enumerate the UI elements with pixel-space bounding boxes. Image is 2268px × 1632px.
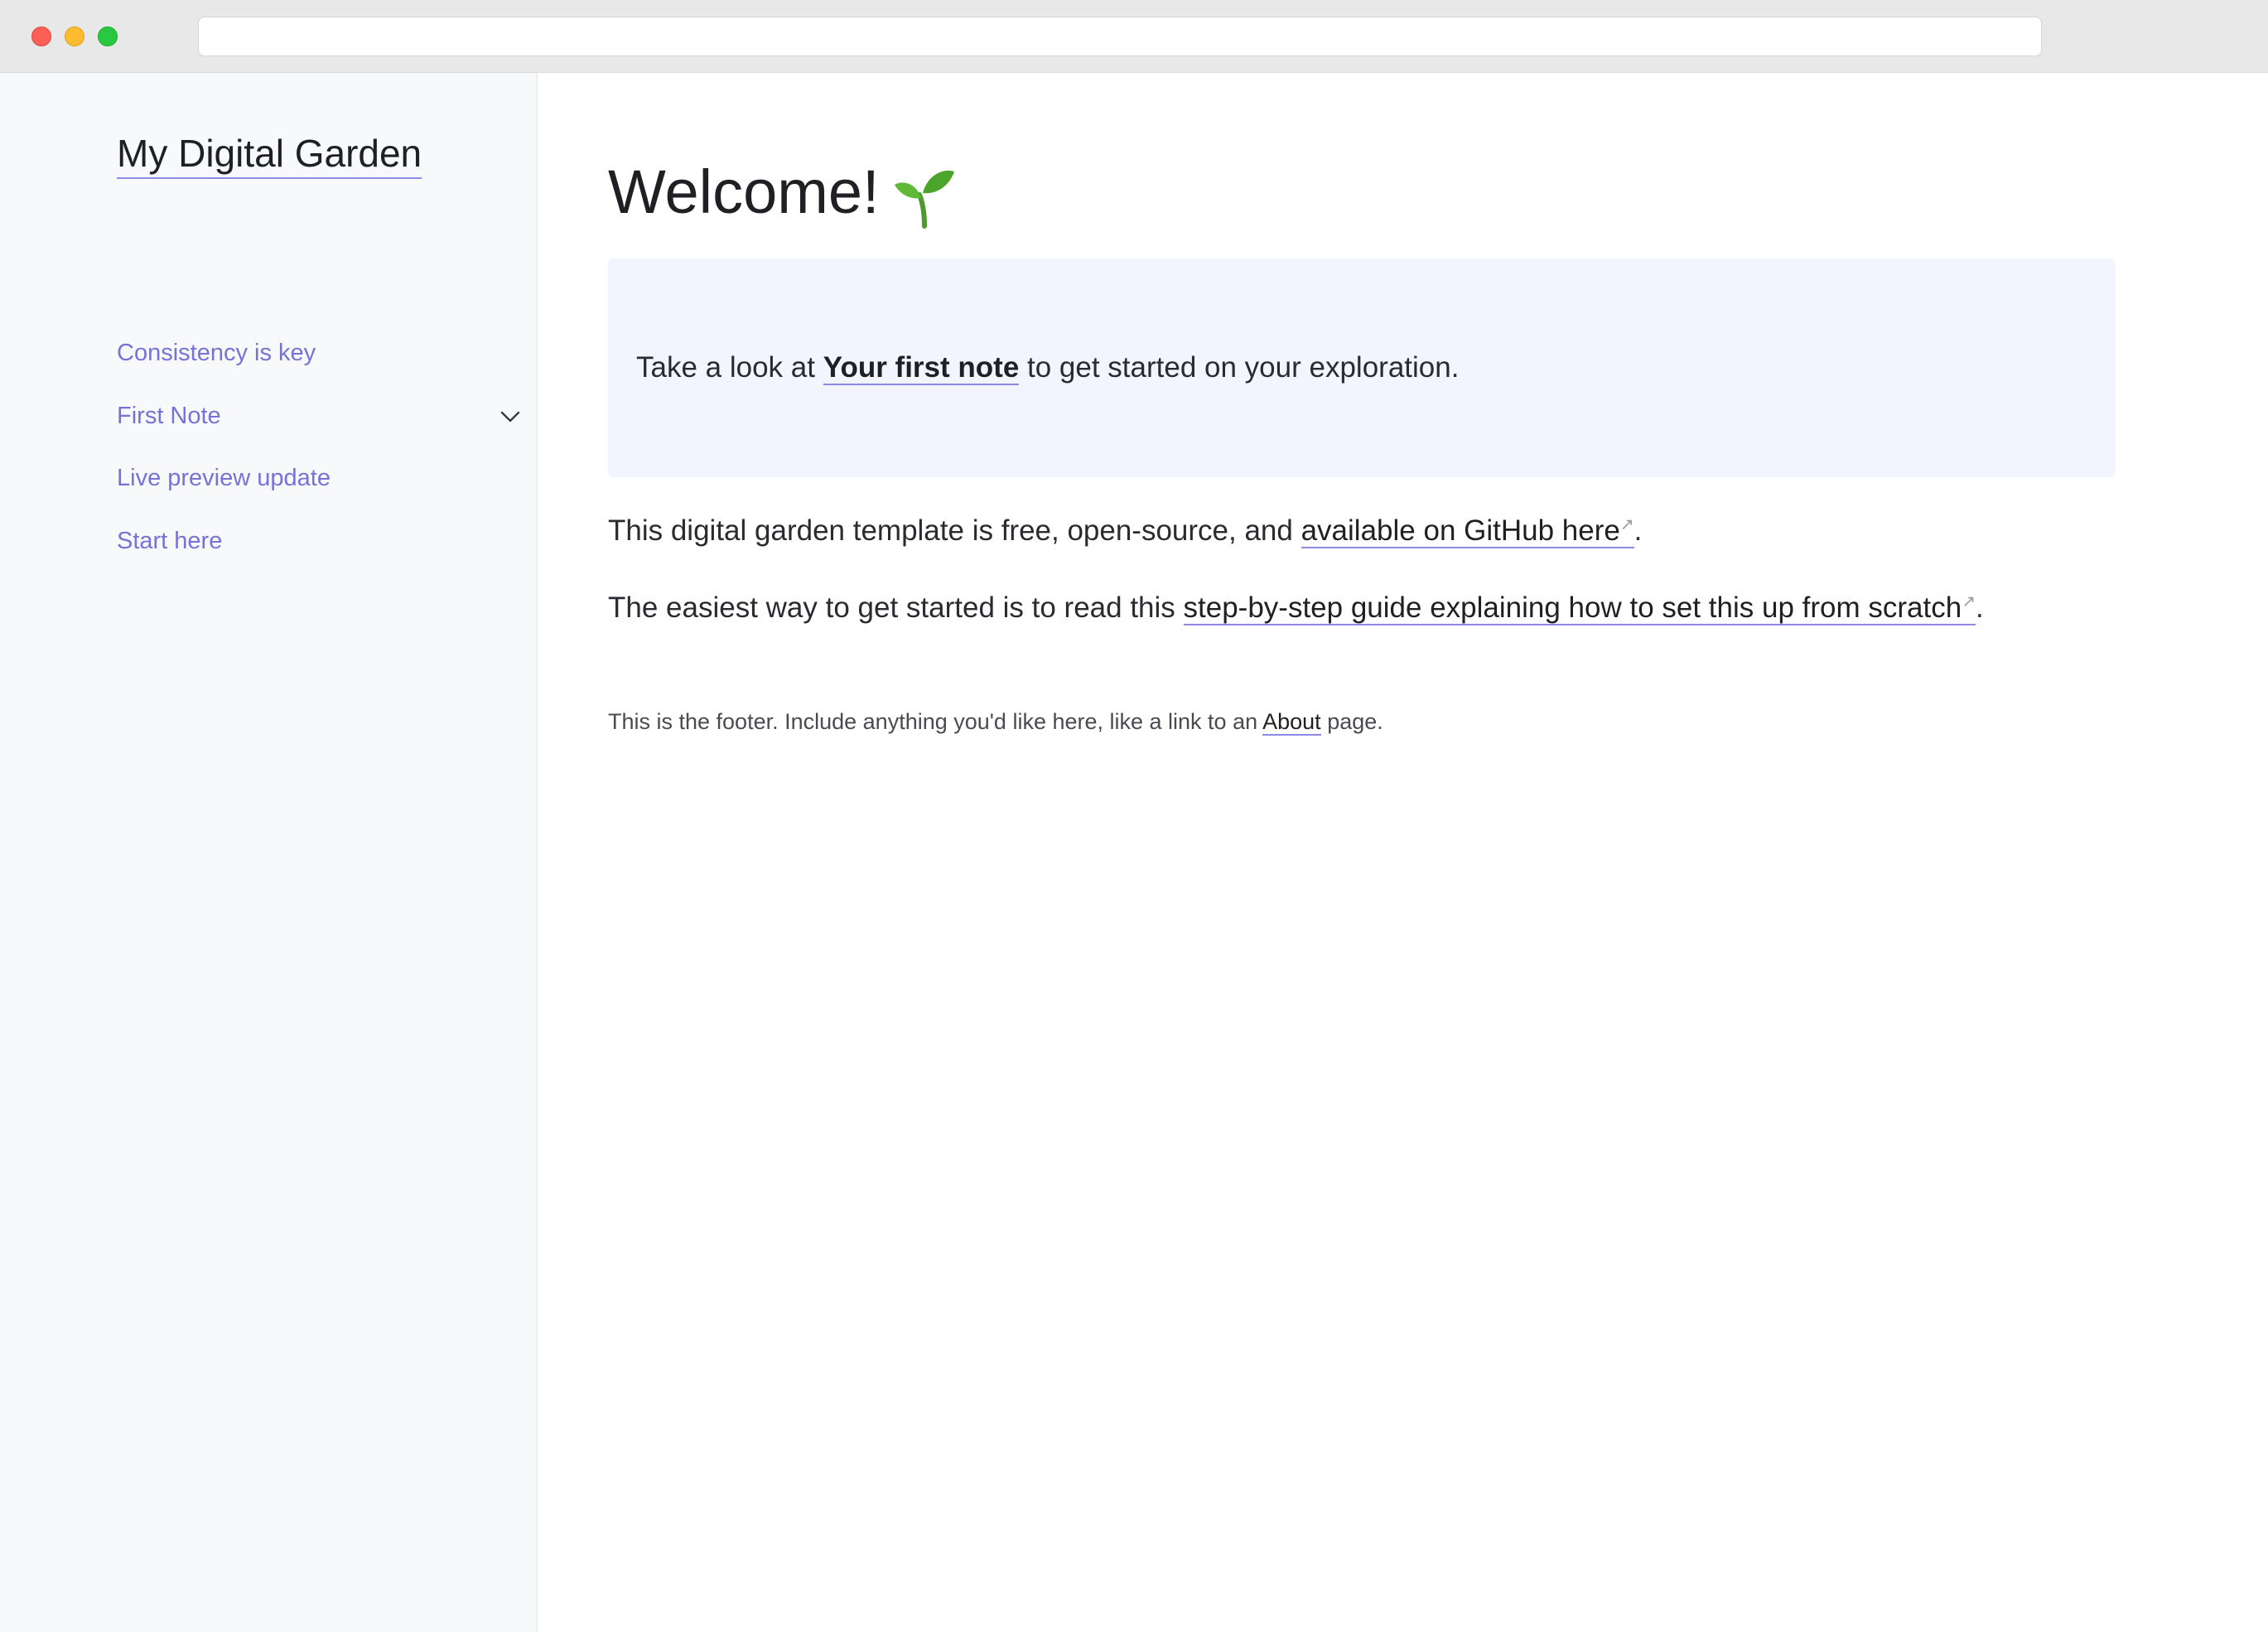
footer-suffix: page. <box>1327 709 1383 734</box>
sidebar-link[interactable]: Consistency is key <box>117 340 316 366</box>
sidebar-item-consistency-is-key: Consistency is key <box>117 336 523 399</box>
github-link-label: available on GitHub here <box>1300 514 1620 547</box>
browser-toolbar <box>0 0 2268 73</box>
sidebar-link[interactable]: Start here <box>117 528 222 554</box>
paragraph-text: The easiest way to get started is to rea… <box>608 591 1175 624</box>
footer: This is the footer. Include anything you… <box>608 706 1383 737</box>
callout-text: Take a look at Your first note to get st… <box>636 349 1459 387</box>
chevron-down-icon[interactable] <box>498 404 523 429</box>
callout-prefix: Take a look at <box>636 351 815 384</box>
first-note-link[interactable]: Your first note <box>823 351 1020 385</box>
external-link-icon: ↗ <box>1962 592 1976 611</box>
paragraph-suffix: . <box>1975 591 1984 624</box>
guide-paragraph: The easiest way to get started is to rea… <box>608 589 1984 627</box>
paragraph-suffix: . <box>1633 514 1643 547</box>
maximize-window-button[interactable] <box>98 27 118 46</box>
callout-suffix: to get started on your exploration. <box>1027 351 1460 384</box>
sprout-icon <box>894 171 954 229</box>
minimize-window-button[interactable] <box>65 27 84 46</box>
address-bar[interactable] <box>198 17 2042 56</box>
external-link-icon: ↗ <box>1619 515 1634 534</box>
sidebar-item-first-note: First Note <box>117 399 523 462</box>
sidebar-link[interactable]: First Note <box>117 403 221 429</box>
intro-paragraph: This digital garden template is free, op… <box>608 512 1642 550</box>
sidebar-item-live-preview-update: Live preview update <box>117 461 523 524</box>
about-link[interactable]: About <box>1262 709 1321 736</box>
guide-link-label: step-by-step guide explaining how to set… <box>1183 591 1962 624</box>
footer-text: This is the footer. Include anything you… <box>608 709 1258 734</box>
sidebar-nav: Consistency is key First Note Live previ… <box>117 336 523 587</box>
sidebar: My Digital Garden Consistency is key Fir… <box>0 73 538 1632</box>
sidebar-link[interactable]: Live preview update <box>117 465 331 491</box>
page-title: Welcome! <box>608 157 958 229</box>
close-window-button[interactable] <box>31 27 51 46</box>
page-title-text: Welcome! <box>608 157 880 226</box>
guide-link[interactable]: step-by-step guide explaining how to set… <box>1183 591 1976 625</box>
callout-box: Take a look at Your first note to get st… <box>608 258 2116 477</box>
site-title-link[interactable]: My Digital Garden <box>117 131 422 179</box>
github-link[interactable]: available on GitHub here↗ <box>1300 514 1634 548</box>
paragraph-text: This digital garden template is free, op… <box>608 514 1293 547</box>
sidebar-item-start-here: Start here <box>117 524 523 587</box>
